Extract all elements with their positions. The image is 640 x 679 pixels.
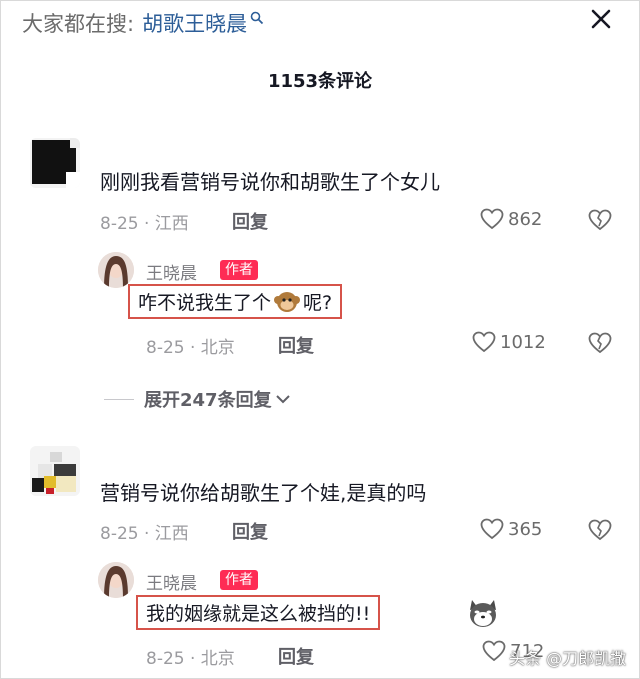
avatar[interactable] xyxy=(30,138,80,188)
broken-heart-icon[interactable] xyxy=(588,208,612,232)
like-count: 862 xyxy=(508,208,543,230)
close-icon[interactable] xyxy=(588,6,614,32)
search-bar[interactable]: 大家都在搜: 胡歌王晓晨 xyxy=(22,6,264,40)
reply-button[interactable]: 回复 xyxy=(232,208,268,234)
expand-divider xyxy=(104,398,134,400)
search-query-link[interactable]: 胡歌王晓晨 xyxy=(142,8,247,38)
monkey-emoji-icon xyxy=(274,291,301,312)
reply-button[interactable]: 回复 xyxy=(278,643,314,669)
author-avatar[interactable] xyxy=(98,252,134,288)
watermark: 头条 @刀郎凯撒 xyxy=(509,649,627,668)
like-count: 365 xyxy=(508,518,543,540)
heart-icon xyxy=(482,640,506,662)
reply-text: 我的姻缘就是这么被挡的!! xyxy=(146,603,371,625)
search-prefix: 大家都在搜: xyxy=(22,12,135,36)
author-avatar[interactable] xyxy=(98,562,134,598)
expand-replies-button[interactable]: 展开247条回复 xyxy=(104,386,291,412)
doge-emoji-icon xyxy=(470,600,496,627)
author-name[interactable]: 王晓晨 xyxy=(146,569,197,594)
comment-date-location: 8-25 · 江西 xyxy=(100,214,189,234)
author-avatar-image xyxy=(98,252,134,288)
author-badge: 作者 xyxy=(220,260,258,280)
expand-replies-label: 展开247条回复 xyxy=(144,390,272,411)
highlighted-reply-text: 咋不说我生了个 呢? xyxy=(128,284,343,319)
comment-count: 1153条评论 xyxy=(267,71,373,92)
search-icon[interactable] xyxy=(250,11,264,25)
broken-heart-icon[interactable] xyxy=(588,331,612,355)
broken-heart-icon[interactable] xyxy=(588,518,612,542)
reply-date-location: 8-25 · 北京 xyxy=(146,649,235,669)
author-name[interactable]: 王晓晨 xyxy=(146,259,197,284)
highlighted-reply-text: 我的姻缘就是这么被挡的!! xyxy=(136,595,381,630)
comment-text: 刚刚我看营销号说你和胡歌生了个女儿 xyxy=(100,170,440,194)
heart-icon xyxy=(472,331,496,353)
reply-button[interactable]: 回复 xyxy=(232,518,268,544)
reply-text-part: 咋不说我生了个 xyxy=(138,292,272,314)
like-button[interactable]: 1012 xyxy=(472,331,546,353)
avatar-image xyxy=(30,446,80,496)
avatar-image xyxy=(30,138,80,188)
reply-text-part: 呢? xyxy=(303,292,333,314)
avatar[interactable] xyxy=(30,446,80,496)
like-count: 1012 xyxy=(500,331,546,353)
like-button[interactable]: 365 xyxy=(480,518,542,540)
chevron-down-icon xyxy=(275,395,290,404)
comment-text: 营销号说你给胡歌生了个娃,是真的吗 xyxy=(100,481,427,505)
reply-date-location: 8-25 · 北京 xyxy=(146,338,235,358)
comment-date-location: 8-25 · 江西 xyxy=(100,524,189,544)
reply-button[interactable]: 回复 xyxy=(278,332,314,358)
heart-icon xyxy=(480,518,504,540)
author-badge: 作者 xyxy=(220,570,258,590)
like-button[interactable]: 862 xyxy=(480,208,542,230)
heart-icon xyxy=(480,208,504,230)
author-avatar-image xyxy=(98,562,134,598)
